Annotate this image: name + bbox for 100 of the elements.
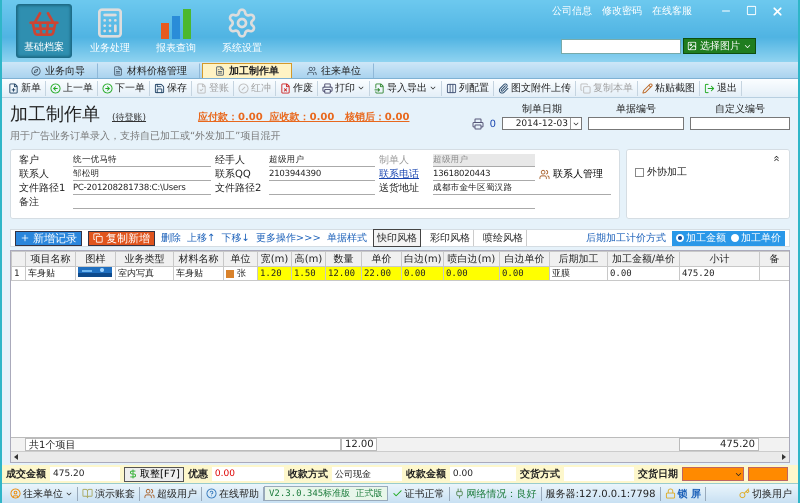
left-arrow-icon[interactable] — [14, 454, 18, 460]
discount-field[interactable]: 0.00 — [212, 467, 284, 481]
checkbox[interactable] — [635, 168, 644, 176]
column-header[interactable]: 白边单价 — [500, 252, 550, 266]
payment-field[interactable]: 公司现金 — [332, 467, 402, 481]
column-header[interactable] — [12, 252, 26, 266]
nav-label: 基础档案 — [24, 40, 64, 54]
column-header[interactable]: 备 — [760, 252, 789, 266]
action-link[interactable]: 下移↓ — [221, 231, 250, 245]
column-header[interactable]: 单价 — [362, 252, 402, 266]
caret-icon — [429, 84, 437, 92]
column-header[interactable]: 材料名称 — [174, 252, 224, 266]
column-header[interactable]: 后期加工 — [550, 252, 608, 266]
tab[interactable]: 往来单位 — [294, 63, 374, 78]
action-link[interactable]: 单据样式 — [326, 231, 367, 245]
people-icon — [144, 488, 155, 499]
style-tab[interactable]: 快印风格 — [372, 229, 421, 247]
column-header[interactable]: 数量 — [326, 252, 362, 266]
action-link[interactable]: 上移↑ — [187, 231, 216, 245]
number-field[interactable] — [588, 117, 684, 130]
status-item[interactable]: 服务器:127.0.0.1:7798 — [542, 486, 661, 500]
search-field[interactable] — [561, 38, 681, 54]
toolbar-button[interactable]: 导入导出 — [370, 80, 442, 96]
field-value[interactable]: 超级用户 — [269, 154, 375, 166]
add-button[interactable]: 复制新增 — [88, 230, 155, 246]
field-label: 单据编号 — [616, 102, 656, 116]
action-link[interactable]: 删除 — [161, 231, 181, 245]
status-item[interactable]: 往来单位 — [6, 486, 78, 500]
maximize-icon[interactable] — [746, 4, 757, 16]
field-label: 文件路径1 — [19, 182, 66, 195]
table-cell: 车身贴 — [26, 266, 76, 280]
compass-icon — [31, 66, 41, 76]
toolbar-button[interactable]: 上一单 — [46, 80, 98, 96]
toolbar-button[interactable]: 图文附件上传 — [494, 80, 576, 96]
status-item[interactable]: 证书正常 — [388, 486, 450, 500]
status-link[interactable]: (待登账) — [112, 111, 146, 124]
received-field[interactable]: 0.00 — [450, 467, 516, 481]
column-header[interactable]: 宽(m) — [258, 252, 292, 266]
collapse-icon[interactable] — [772, 154, 781, 163]
field-link[interactable]: 联系电话 — [379, 167, 429, 181]
column-header[interactable]: 白边(m) — [402, 252, 444, 266]
toolbar-button[interactable]: 作废 — [276, 80, 318, 96]
amount-field[interactable]: 475.20 — [50, 467, 120, 481]
status-item[interactable]: 网络情况：良好 — [450, 486, 542, 500]
switch-user-link[interactable]: 切换用户 — [739, 486, 794, 500]
date-field[interactable]: 2014-12-03 — [502, 117, 582, 130]
field-value[interactable]: 成都市金牛区蜀汉路 — [433, 182, 611, 194]
contact-button[interactable]: 联系人管理 — [539, 167, 603, 181]
column-header[interactable]: 图样 — [76, 252, 116, 266]
date-dropdown[interactable] — [682, 467, 744, 481]
field-value[interactable]: 13618020443 — [433, 168, 535, 180]
copy-icon — [580, 82, 591, 94]
column-header[interactable]: 项目名称 — [26, 252, 76, 266]
time-spinner[interactable] — [748, 467, 788, 481]
check-icon — [392, 488, 403, 499]
action-link[interactable]: 更多操作>>> — [256, 231, 321, 245]
toolbar-button[interactable]: 列配置 — [442, 80, 494, 96]
custom-number-field[interactable] — [690, 117, 790, 130]
column-header[interactable]: 加工金额/单价 — [608, 252, 680, 266]
field-value[interactable]: 2103944390 — [269, 168, 375, 180]
right-arrow-icon[interactable] — [782, 454, 786, 460]
style-tab[interactable]: 喷绘风格 — [480, 230, 527, 246]
toolbar-button[interactable]: 保存 — [150, 80, 192, 96]
field-value[interactable]: 统一优马特 — [73, 154, 211, 166]
select-image-button[interactable]: 选择图片 — [683, 38, 756, 54]
status-item[interactable]: 演示账套 — [78, 486, 140, 500]
horizontal-scrollbar[interactable] — [11, 451, 789, 462]
toolbar-button[interactable]: 下一单 — [98, 80, 150, 96]
document-check-icon — [196, 82, 207, 94]
printer-icon[interactable] — [472, 118, 484, 130]
toolbar-button[interactable]: 打印 — [318, 80, 370, 96]
close-icon[interactable] — [771, 4, 784, 18]
column-header[interactable]: 业务类型 — [116, 252, 174, 266]
table-cell: 475.20 — [680, 266, 760, 280]
status-item[interactable]: 锁 屏 — [660, 486, 706, 500]
add-button[interactable]: 新增记录 — [15, 230, 82, 246]
circle-slash-icon — [238, 82, 249, 94]
nav-tile[interactable]: 基础档案 — [16, 4, 72, 58]
tab[interactable]: 加工制作单 — [202, 63, 292, 78]
column-header[interactable]: 单位 — [224, 252, 258, 266]
tab[interactable]: 业务向导 — [18, 63, 98, 78]
table-cell: 0.00 — [608, 266, 680, 280]
delivery-field[interactable] — [564, 467, 634, 481]
field-value[interactable]: 邹松明 — [73, 168, 211, 180]
tab[interactable]: 材料价格管理 — [100, 63, 200, 78]
style-tab[interactable]: 彩印风格 — [426, 230, 474, 246]
round-button[interactable]: 取整[F7] — [124, 466, 184, 482]
field-value[interactable]: PC-201208281738:C:\Users — [73, 182, 211, 194]
toolbar-button[interactable]: 新单 — [4, 80, 46, 96]
column-header[interactable]: 喷白边(m) — [444, 252, 500, 266]
toolbar-button[interactable]: 退出 — [700, 80, 742, 96]
status-item[interactable]: 超级用户 — [140, 486, 202, 500]
column-header[interactable]: 小计 — [680, 252, 760, 266]
column-header[interactable]: 高(m) — [292, 252, 326, 266]
document-icon — [113, 66, 123, 76]
table-cell: 1 — [12, 266, 26, 280]
toolbar-button[interactable]: 粘贴截图 — [638, 80, 700, 96]
status-item[interactable]: V2.3.0.345标准版 正式版 — [264, 486, 388, 501]
caret-icon — [357, 84, 365, 92]
swatch-icon — [226, 270, 234, 278]
